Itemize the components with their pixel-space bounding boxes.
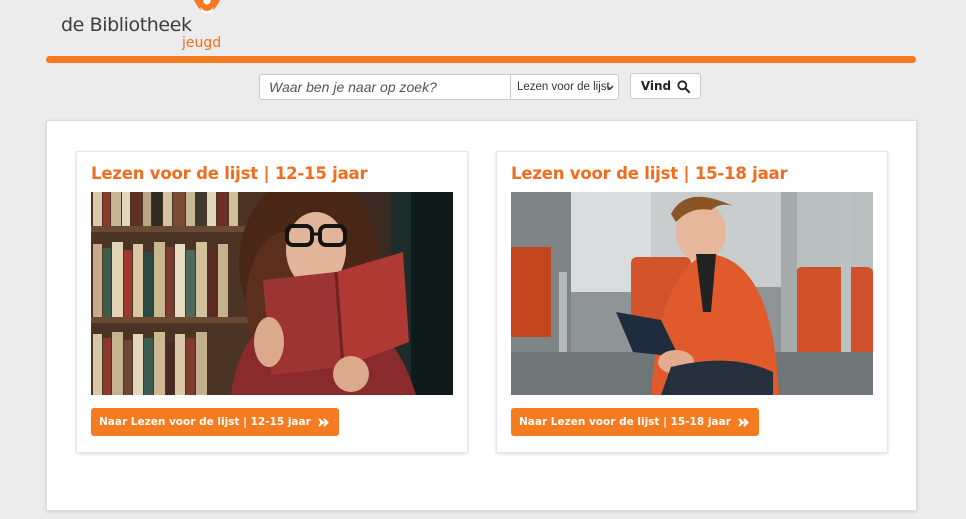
header-divider xyxy=(46,56,916,63)
search-category-value: Lezen voor de lijst xyxy=(517,81,610,93)
card-button-label: Naar Lezen voor de lijst | 15-18 jaar xyxy=(519,416,731,428)
search-input[interactable] xyxy=(260,75,510,99)
card-link-button[interactable]: Naar Lezen voor de lijst | 12-15 jaar xyxy=(91,408,339,436)
logo-title: de Bibliotheek xyxy=(61,14,192,36)
card-12-15: Lezen voor de lijst | 12-15 jaar Naar Le… xyxy=(76,151,468,453)
main-panel: Lezen voor de lijst | 12-15 jaar Naar Le… xyxy=(46,120,917,511)
search-category-select[interactable]: Lezen voor de lijst xyxy=(510,75,618,99)
logo-subtitle: jeugd xyxy=(182,35,222,51)
arrow-right-circle-icon xyxy=(318,418,329,426)
chevron-down-icon xyxy=(606,85,614,91)
site-header: de Bibliotheek jeugd xyxy=(0,0,966,64)
search-button[interactable]: Vind xyxy=(630,73,701,99)
girl-reading-photo xyxy=(91,192,453,395)
reader-figure-logo-icon xyxy=(194,0,220,14)
card-image-girl-reading[interactable] xyxy=(91,192,453,395)
site-logo[interactable]: de Bibliotheek jeugd xyxy=(61,0,231,56)
search-bar: Lezen voor de lijst xyxy=(259,74,619,100)
magnifier-icon xyxy=(677,79,691,93)
card-title: Lezen voor de lijst | 12-15 jaar xyxy=(91,164,368,183)
boy-reading-photo xyxy=(511,192,873,395)
card-link-button[interactable]: Naar Lezen voor de lijst | 15-18 jaar xyxy=(511,408,759,436)
arrow-right-circle-icon xyxy=(738,418,749,426)
card-15-18: Lezen voor de lijst | 15-18 jaar Naar Le… xyxy=(496,151,888,453)
card-title: Lezen voor de lijst | 15-18 jaar xyxy=(511,164,788,183)
card-button-label: Naar Lezen voor de lijst | 12-15 jaar xyxy=(99,416,311,428)
search-button-label: Vind xyxy=(640,79,672,93)
card-image-boy-reading[interactable] xyxy=(511,192,873,395)
